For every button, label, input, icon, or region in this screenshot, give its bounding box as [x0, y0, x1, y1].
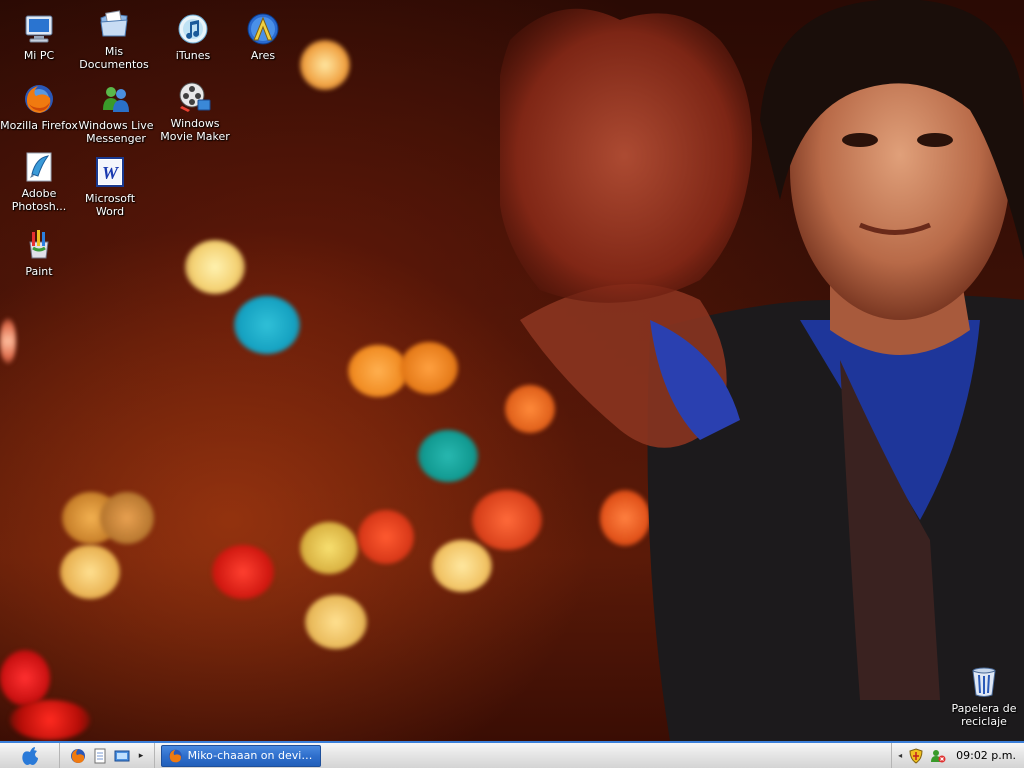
photoshop-icon — [26, 152, 52, 182]
desktop-icon-mis-documentos[interactable]: Mis Documentos — [75, 8, 153, 71]
bokeh-light — [300, 40, 350, 90]
desktop-icon-mozilla-firefox[interactable]: Mozilla Firefox — [0, 82, 78, 132]
word-icon: W — [96, 157, 124, 187]
firefox-icon — [25, 85, 53, 113]
desktop-icon-label: Mis Documentos — [79, 45, 149, 71]
desktop-icon-label: iTunes — [175, 49, 211, 62]
bokeh-light — [300, 522, 358, 574]
computer-icon — [25, 15, 53, 43]
desktop-icon-windows-live-messenger[interactable]: Windows Live Messenger — [77, 82, 155, 145]
desktop-icon-label: Mi PC — [23, 49, 55, 62]
taskbar: ▸ Miko-chaaan on devian... ◂ 09:02 p.m. — [0, 741, 1024, 768]
desktop-icon-label: Microsoft Word — [84, 192, 136, 218]
quick-launch-more-chevron-icon[interactable]: ▸ — [136, 751, 146, 761]
notepad-icon[interactable] — [92, 748, 108, 764]
bokeh-light — [0, 318, 16, 364]
bokeh-light — [60, 545, 120, 599]
start-button[interactable] — [0, 743, 60, 768]
bokeh-light — [418, 430, 478, 482]
desktop-icon-label: Papelera de reciclaje — [951, 702, 1017, 728]
desktop-icon-label: Adobe Photosh... — [11, 187, 67, 213]
bokeh-light — [432, 540, 492, 592]
show-desktop-icon[interactable] — [114, 748, 130, 764]
desktop-icon-ares[interactable]: Ares — [224, 12, 302, 62]
desktop-icon-adobe-photoshop[interactable]: Adobe Photosh... — [0, 150, 78, 213]
desktop-icon-label: Paint — [25, 265, 53, 278]
taskbar-buttons: Miko-chaaan on devian... — [155, 743, 891, 768]
desktop-icon-label: Ares — [250, 49, 276, 62]
desktop-icon-itunes[interactable]: iTunes — [154, 12, 232, 62]
apple-logo-icon — [21, 746, 38, 765]
bokeh-light — [212, 545, 274, 599]
messenger-icon — [103, 87, 129, 112]
bokeh-light — [185, 240, 245, 294]
firefox-icon[interactable] — [70, 748, 86, 764]
desktop-icon-label: Windows Live Messenger — [78, 119, 154, 145]
bokeh-light — [400, 342, 458, 394]
desktop-icon-paint[interactable]: Paint — [0, 228, 78, 278]
system-tray: ◂ 09:02 p.m. — [891, 743, 1024, 768]
desktop-icon-recycle-bin[interactable]: Papelera de reciclaje — [944, 665, 1024, 728]
recycle-bin-icon — [972, 667, 996, 697]
taskbar-button-firefox-window[interactable]: Miko-chaaan on devian... — [161, 744, 321, 767]
bokeh-light — [358, 510, 414, 564]
svg-text:W: W — [102, 163, 120, 183]
ares-icon — [247, 13, 279, 45]
bokeh-light — [348, 345, 408, 397]
bokeh-light — [10, 700, 90, 740]
desktop-icon-windows-movie-maker[interactable]: Windows Movie Maker — [156, 80, 234, 143]
desktop-icon-label: Mozilla Firefox — [0, 119, 78, 132]
documents-folder-icon — [100, 10, 128, 37]
bokeh-light — [0, 650, 50, 706]
security-shield-icon[interactable] — [908, 747, 924, 764]
paint-icon — [29, 230, 49, 259]
bokeh-light — [100, 492, 154, 544]
taskbar-clock[interactable]: 09:02 p.m. — [956, 749, 1016, 762]
desktop-icon-label: Windows Movie Maker — [160, 117, 230, 143]
bokeh-light — [305, 595, 367, 649]
tray-expand-chevron-icon[interactable]: ◂ — [898, 751, 902, 760]
desktop-icon-mi-pc[interactable]: Mi PC — [0, 12, 78, 62]
desktop-icon-microsoft-word[interactable]: W Microsoft Word — [71, 155, 149, 218]
movie-maker-icon — [179, 82, 211, 112]
firefox-icon — [168, 749, 182, 762]
quick-launch-bar: ▸ — [60, 743, 155, 768]
wallpaper-person — [500, 0, 1024, 741]
itunes-icon — [178, 14, 208, 44]
taskbar-button-label: Miko-chaaan on devian... — [187, 749, 314, 762]
network-users-icon[interactable] — [930, 748, 946, 764]
bokeh-light — [234, 296, 300, 354]
